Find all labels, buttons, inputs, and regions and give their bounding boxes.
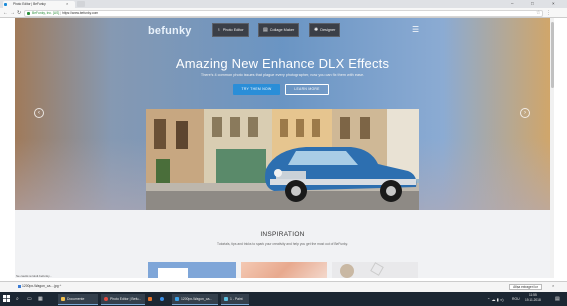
new-tab-button[interactable] — [77, 1, 85, 7]
try-them-now-button[interactable]: TRY THEM NOW — [233, 84, 280, 95]
bookmark-star-icon[interactable]: ☆ — [536, 10, 540, 16]
scrollbar-thumb[interactable] — [550, 22, 554, 88]
befunky-logo[interactable]: befunky — [148, 25, 192, 37]
card-overlay — [158, 268, 188, 278]
taskbar-item-app[interactable] — [148, 294, 154, 305]
taskbar-item-edge[interactable] — [160, 294, 166, 305]
taskbar-label: 1200px-Wagon_ca... — [181, 296, 213, 301]
back-icon[interactable]: ← — [3, 10, 8, 16]
nav-photo-editor[interactable]: ♁ Photo Editor — [212, 23, 249, 37]
carousel-next-icon[interactable]: › — [520, 108, 530, 118]
download-filename: 1200px-Wagon_ca....jpg — [22, 284, 59, 288]
folder-icon — [61, 296, 65, 301]
taskbar-item-chrome[interactable]: Photo Editor | Befu... — [101, 293, 145, 305]
store-icon[interactable]: ▦ — [38, 294, 43, 305]
taskbar-item-paint[interactable]: 1 - Paint — [221, 293, 249, 305]
url-text: https://www.befunky.com — [61, 10, 99, 15]
nav-collage-maker[interactable]: ▤ Collage Maker — [258, 23, 300, 37]
nav-label: Photo Editor — [222, 28, 244, 32]
status-text: Se caută rezolvă befunky... — [16, 274, 52, 278]
nav-label: Designer — [320, 28, 336, 32]
notifications-icon[interactable]: ▤ — [555, 294, 560, 305]
hexagon-decoration — [370, 262, 384, 276]
task-view-icon[interactable]: ▭ — [27, 294, 32, 305]
carousel-prev-icon[interactable]: ‹ — [34, 108, 44, 118]
hamburger-menu-icon[interactable]: ☰ — [412, 25, 419, 34]
app-icon — [148, 296, 152, 301]
tab-title: Photo Editor | BeFunky — [13, 2, 46, 6]
download-item[interactable]: 1200px-Wagon_ca....jpg ^ — [22, 283, 61, 289]
tray-icons[interactable]: ⌃ ☁ ▮ ◖) — [487, 294, 504, 305]
taskbar-label: 1 - Paint — [230, 296, 243, 301]
hero-subtitle: There's 4 common photo issues that plagu… — [200, 73, 365, 77]
hero-car-photo — [146, 109, 419, 210]
tab-close-icon[interactable]: × — [66, 1, 68, 6]
url-separator: | — [60, 10, 62, 15]
download-bar — [0, 281, 567, 292]
inspiration-card-2[interactable] — [241, 262, 327, 278]
learn-more-button[interactable]: LEARN MORE — [285, 84, 329, 95]
inspiration-card-3[interactable] — [332, 262, 418, 278]
clock[interactable]: 11:55 19.11.2018 — [525, 293, 541, 303]
close-window-icon[interactable]: × — [552, 1, 555, 7]
minimize-icon[interactable]: – — [511, 1, 514, 7]
download-bar-close-icon[interactable]: × — [552, 283, 554, 288]
taskbar-item-documente[interactable]: Documente — [58, 293, 98, 305]
inspiration-title: INSPIRATION — [260, 231, 305, 238]
image-file-icon — [18, 284, 21, 288]
clock-date: 19.11.2018 — [525, 298, 541, 302]
photos-icon — [175, 296, 179, 301]
search-icon[interactable]: ⌕ — [16, 294, 19, 305]
browser-icon — [160, 296, 164, 301]
chrome-icon — [104, 296, 108, 301]
lightbulb-icon: ♁ — [217, 27, 221, 33]
lock-icon — [27, 11, 30, 15]
browser-tab-strip — [0, 0, 567, 8]
address-bar[interactable]: BeFunky, Inc. [US] | https://www.befunky… — [24, 9, 543, 17]
language-indicator[interactable]: ROU — [512, 294, 520, 305]
befunky-favicon-icon — [4, 2, 7, 6]
card-photo — [340, 264, 354, 278]
sparkle-icon: ✺ — [314, 27, 319, 33]
forward-icon[interactable]: → — [10, 10, 15, 16]
paint-icon — [224, 296, 228, 301]
inspiration-subtitle: Tutorials, tips and tricks to spark your… — [216, 242, 349, 246]
inspiration-card-1[interactable] — [148, 262, 236, 278]
collage-icon: ▤ — [263, 27, 268, 33]
maximize-icon[interactable]: □ — [531, 1, 534, 7]
taskbar-label: Photo Editor | Befu... — [110, 296, 142, 301]
taskbar-item-photos[interactable]: 1200px-Wagon_ca... — [172, 293, 218, 305]
show-all-downloads-button[interactable]: Afișa extrageri lor — [509, 283, 542, 290]
hero-title: Amazing New Enhance DLX Effects — [175, 56, 390, 71]
secure-label: BeFunky, Inc. [US] — [32, 10, 60, 15]
nav-designer[interactable]: ✺ Designer — [309, 23, 341, 37]
car-illustration — [146, 109, 419, 210]
browser-tab[interactable]: Photo Editor | BeFunky — [3, 1, 75, 8]
download-chevron-icon[interactable]: ^ — [60, 284, 62, 288]
windows-start-icon[interactable] — [3, 295, 10, 302]
reload-icon[interactable]: ↻ — [17, 10, 21, 16]
nav-label: Collage Maker — [269, 28, 295, 32]
page-viewport: befunky ♁ Photo Editor ▤ Collage Maker ✺ De… — [15, 18, 550, 278]
taskbar-label: Documente — [67, 296, 85, 301]
browser-menu-icon[interactable]: ⋮ — [546, 10, 551, 16]
